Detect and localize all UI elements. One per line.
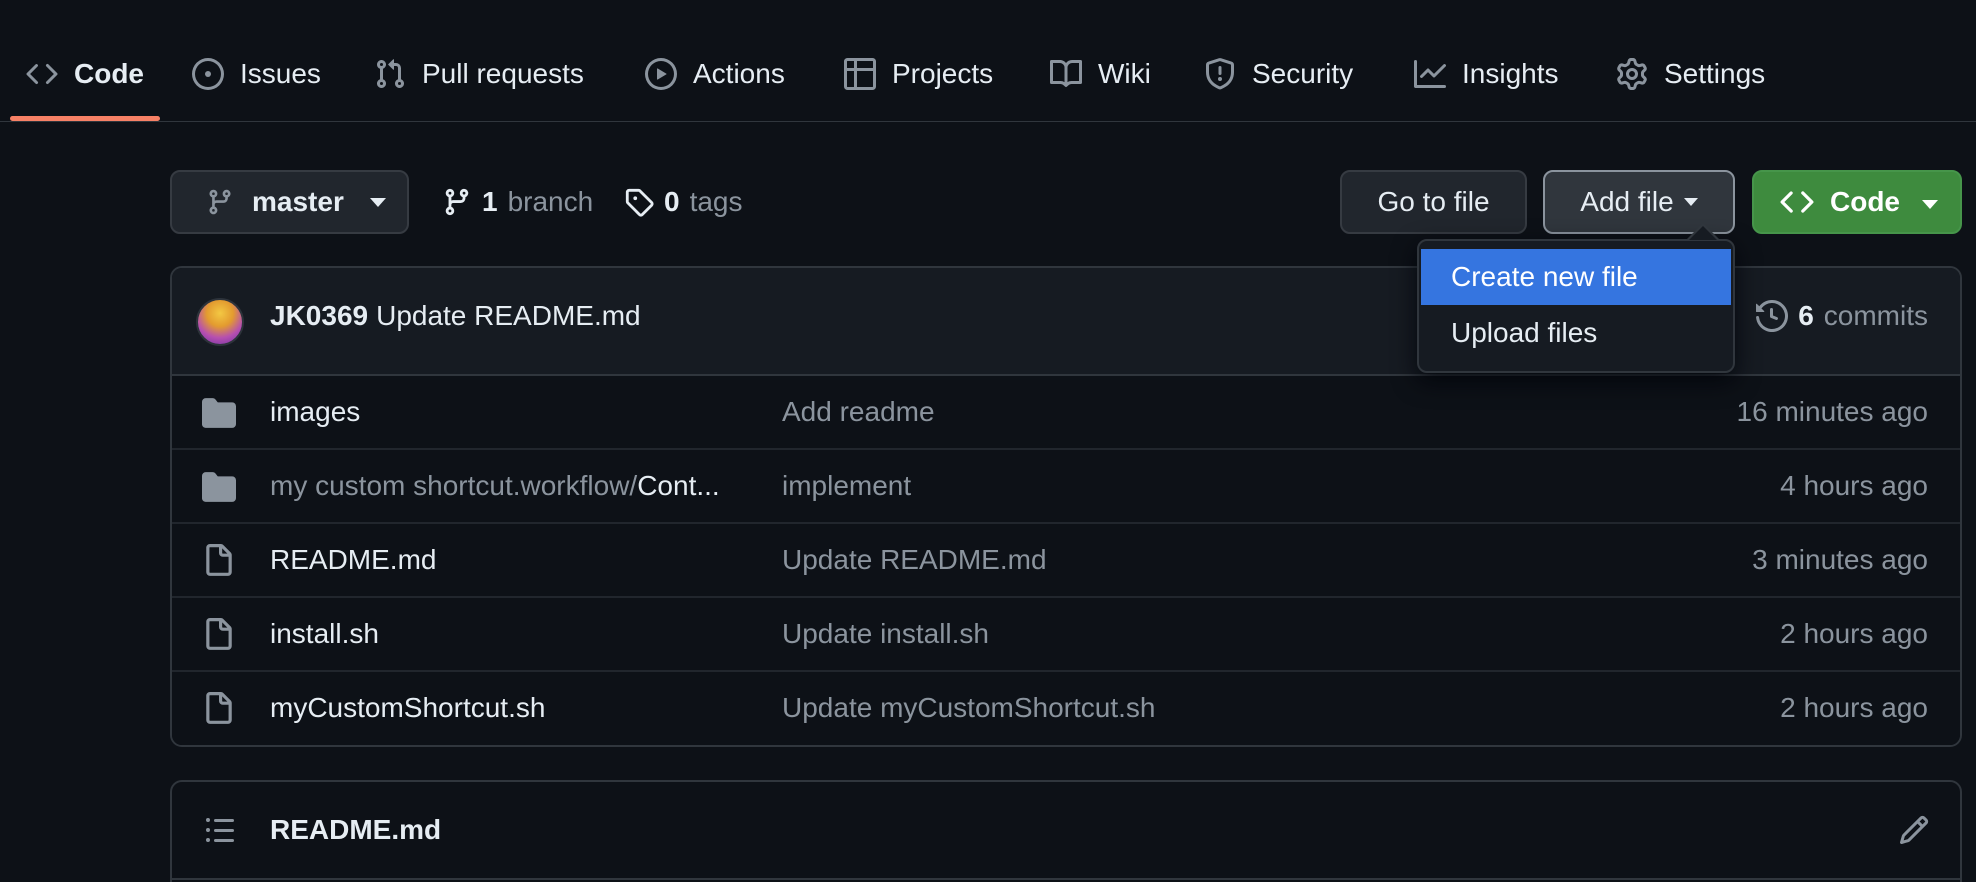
repo-nav: Code Issues Pull requests Actions Projec… (0, 0, 1976, 122)
menu-item-upload-files[interactable]: Upload files (1421, 305, 1731, 361)
file-icon (206, 618, 232, 650)
tab-wiki-label: Wiki (1098, 58, 1151, 89)
file-commit-message[interactable]: Update install.sh (782, 618, 989, 650)
branch-count: 1 (482, 186, 498, 217)
tab-issues-label: Issues (240, 58, 321, 89)
tag-icon (625, 188, 654, 217)
commit-count: 6 (1798, 300, 1814, 331)
branch-select-button[interactable]: master (170, 170, 409, 234)
file-age: 2 hours ago (1780, 692, 1928, 723)
tag-count: 0 (664, 186, 680, 217)
git-branch-icon (209, 189, 231, 215)
tab-wiki[interactable]: Wiki (1050, 46, 1151, 102)
issue-circle-icon (192, 58, 224, 90)
file-row[interactable]: my custom shortcut.workflow/Cont... impl… (172, 450, 1960, 524)
tags-link[interactable]: 0 tags (624, 180, 743, 224)
tab-projects-label: Projects (892, 58, 994, 89)
file-icon (206, 544, 232, 576)
file-commit-message[interactable]: Update README.md (782, 544, 1047, 576)
tab-insights[interactable]: Insights (1414, 46, 1559, 102)
file-icon (206, 692, 232, 724)
pencil-icon[interactable] (1898, 814, 1930, 846)
book-icon (1050, 59, 1082, 87)
go-to-file-label: Go to file (1377, 186, 1490, 217)
shield-icon (1206, 58, 1234, 90)
readme-panel: README.md (170, 780, 1962, 882)
file-name[interactable]: myCustomShortcut.sh (270, 692, 545, 724)
avatar[interactable] (196, 298, 244, 346)
chevron-down-icon (1683, 198, 1698, 206)
code-icon (26, 63, 58, 85)
play-icon (645, 58, 677, 90)
file-row[interactable]: README.md Update README.md 3 minutes ago (172, 524, 1960, 598)
tab-pull-requests-label: Pull requests (422, 58, 584, 89)
history-icon (1756, 300, 1789, 332)
pull-request-icon (376, 59, 405, 89)
file-age: 2 hours ago (1780, 618, 1928, 649)
file-name[interactable]: my custom shortcut.workflow/Cont... (270, 470, 720, 502)
add-file-label: Add file (1580, 186, 1674, 217)
tab-security[interactable]: Security (1204, 46, 1353, 102)
code-button-label: Code (1830, 186, 1900, 217)
folder-path-tail: Cont... (637, 470, 720, 501)
chevron-down-icon (1922, 200, 1938, 209)
active-tab-underline (10, 116, 160, 121)
folder-icon (202, 398, 236, 428)
menu-item-create-new-file[interactable]: Create new file (1421, 249, 1731, 305)
latest-commit-text: JK0369 Update README.md (270, 300, 641, 332)
tag-count-label: tags (689, 186, 743, 217)
tab-actions[interactable]: Actions (645, 46, 785, 102)
git-branch-icon (445, 188, 469, 216)
file-row[interactable]: myCustomShortcut.sh Update myCustomShort… (172, 672, 1960, 745)
graph-icon (1414, 60, 1446, 88)
commit-message[interactable]: Update README.md (376, 300, 641, 332)
gear-icon (1617, 58, 1647, 90)
folder-path-prefix: my custom shortcut.workflow/ (270, 470, 638, 501)
file-age: 3 minutes ago (1752, 544, 1928, 575)
file-commit-message[interactable]: implement (782, 470, 911, 502)
go-to-file-button[interactable]: Go to file (1340, 170, 1527, 234)
table-icon (844, 58, 876, 90)
tab-issues[interactable]: Issues (192, 46, 321, 102)
tab-code[interactable]: Code (26, 46, 144, 102)
list-unordered-icon[interactable] (204, 814, 236, 846)
file-name[interactable]: install.sh (270, 618, 379, 650)
commit-author[interactable]: JK0369 (270, 300, 368, 332)
branch-count-label: branch (507, 186, 594, 217)
file-age: 4 hours ago (1780, 470, 1928, 501)
readme-title[interactable]: README.md (270, 814, 441, 846)
file-name[interactable]: images (270, 396, 360, 428)
commits-link[interactable]: 6 commits (1756, 300, 1928, 332)
commit-count-label: commits (1823, 300, 1928, 331)
tab-pull-requests[interactable]: Pull requests (374, 46, 584, 102)
tab-actions-label: Actions (693, 58, 785, 89)
tab-security-label: Security (1252, 58, 1354, 89)
code-clone-button[interactable]: Code (1752, 170, 1962, 234)
readme-header: README.md (172, 782, 1960, 880)
code-icon (1780, 191, 1814, 213)
tab-settings-label: Settings (1664, 58, 1766, 89)
file-age: 16 minutes ago (1736, 396, 1928, 427)
folder-icon (202, 472, 236, 502)
branches-link[interactable]: 1 branch (442, 180, 593, 224)
tab-settings[interactable]: Settings (1616, 46, 1765, 102)
file-commit-message[interactable]: Update myCustomShortcut.sh (782, 692, 1156, 724)
file-name[interactable]: README.md (270, 544, 436, 576)
file-row[interactable]: images Add readme 16 minutes ago (172, 376, 1960, 450)
file-row[interactable]: install.sh Update install.sh 2 hours ago (172, 598, 1960, 672)
branch-name: master (252, 186, 344, 217)
add-file-menu: Create new file Upload files (1417, 223, 1735, 373)
tab-code-label: Code (74, 58, 144, 89)
chevron-down-icon (369, 197, 386, 207)
tab-insights-label: Insights (1462, 58, 1559, 89)
file-commit-message[interactable]: Add readme (782, 396, 935, 428)
tab-projects[interactable]: Projects (844, 46, 993, 102)
